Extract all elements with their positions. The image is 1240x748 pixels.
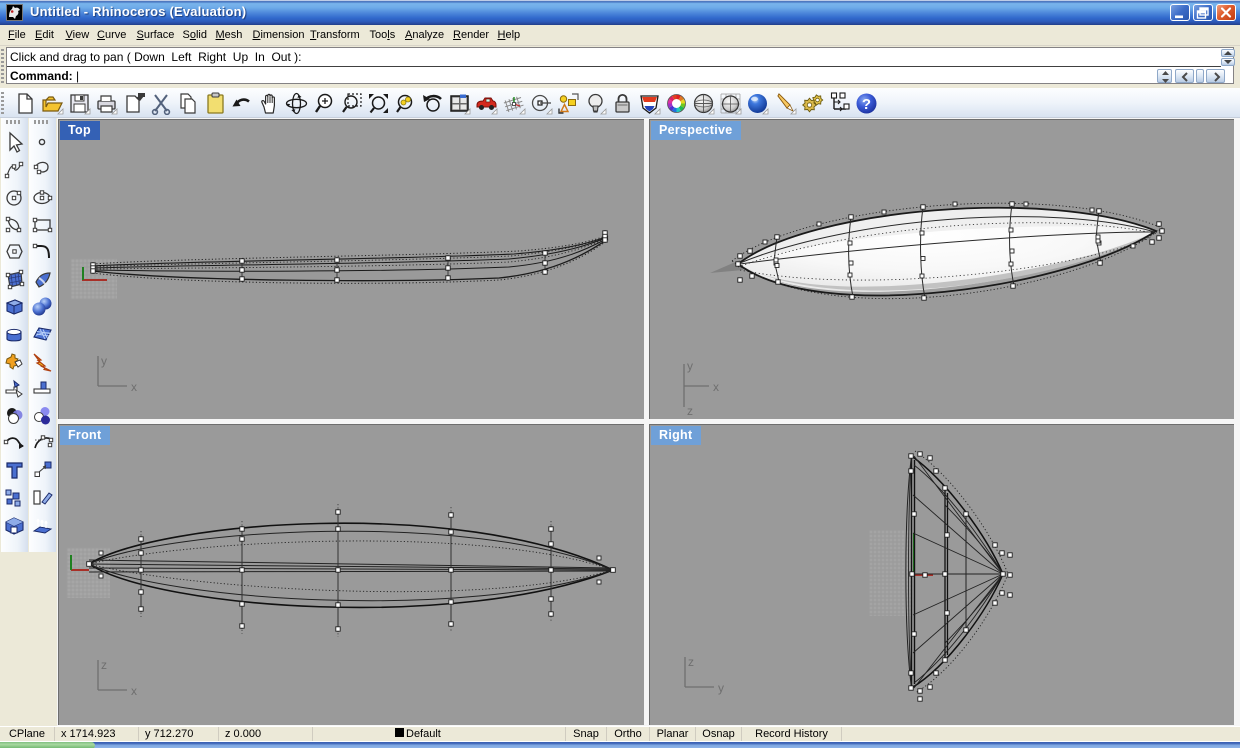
- svg-text:?: ?: [862, 96, 871, 113]
- svg-text:z: z: [101, 658, 107, 672]
- svg-text:y: y: [687, 359, 693, 373]
- svg-text:y: y: [718, 681, 724, 695]
- svg-text:x: x: [131, 380, 137, 394]
- svg-text:x: x: [131, 684, 137, 698]
- svg-text:z: z: [688, 655, 694, 669]
- svg-text:y: y: [101, 354, 107, 368]
- svg-text:z: z: [687, 404, 693, 418]
- svg-text:x: x: [713, 380, 719, 394]
